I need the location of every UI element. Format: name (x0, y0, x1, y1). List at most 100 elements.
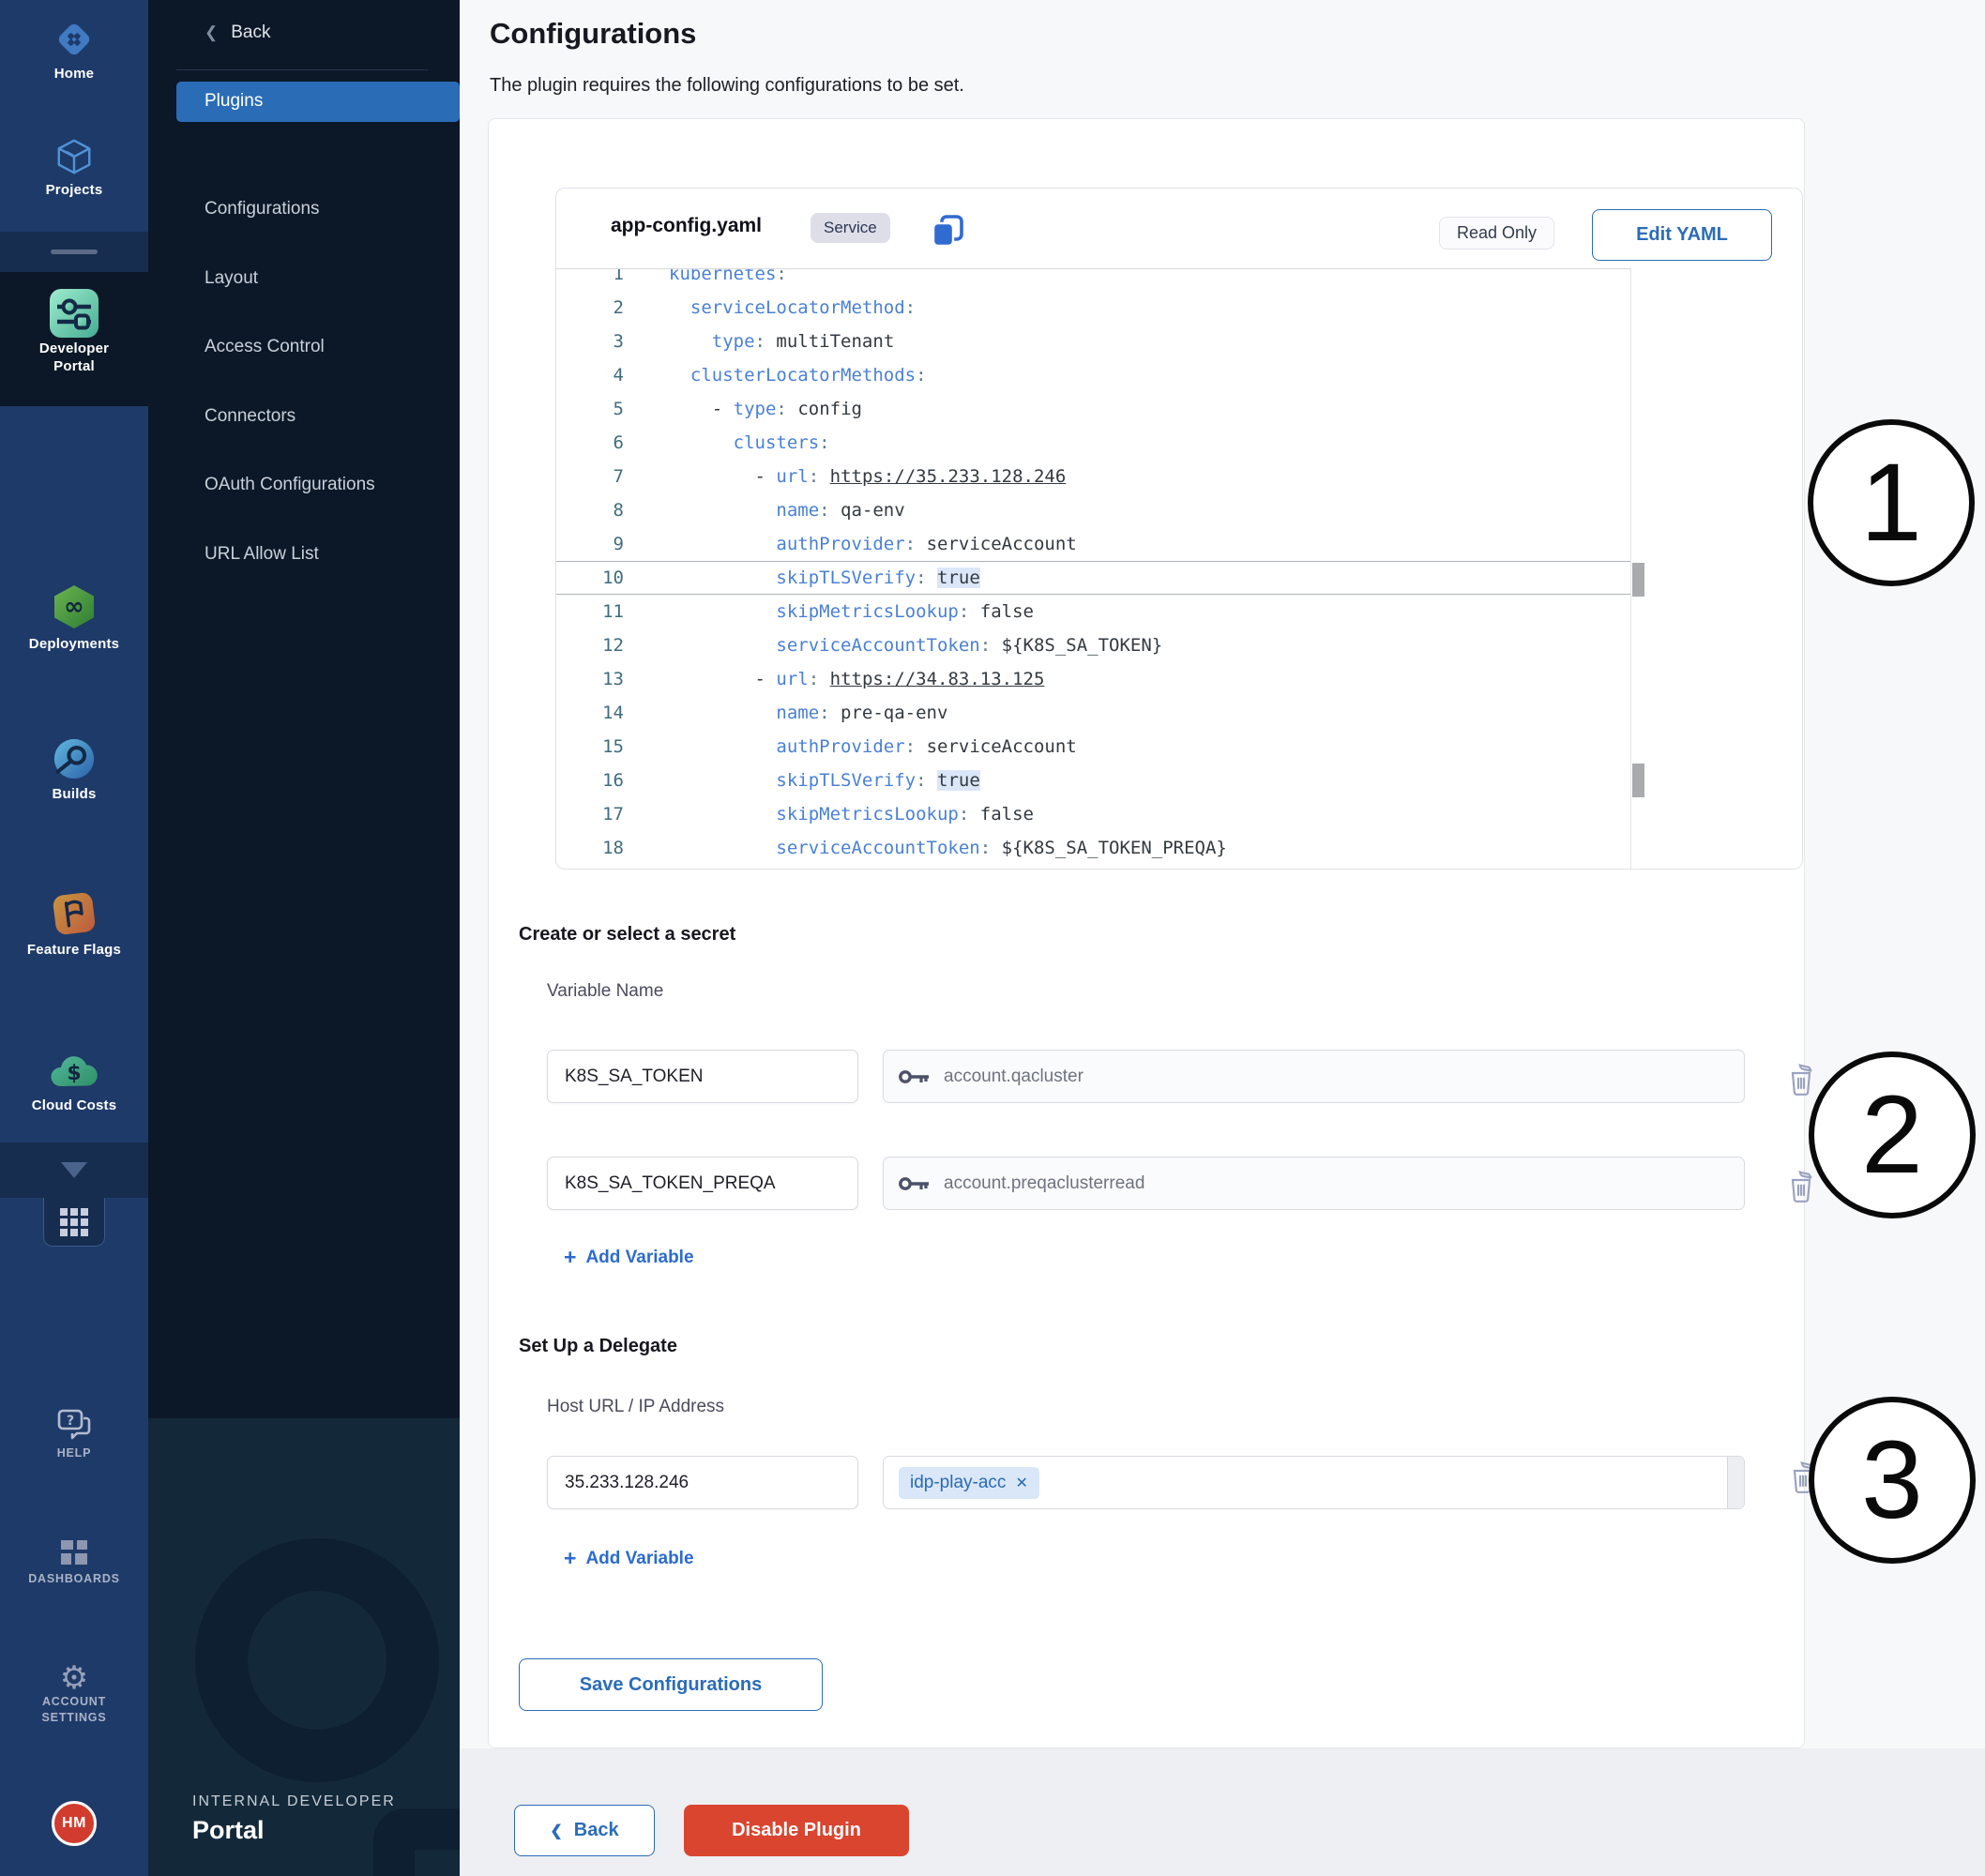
file-name: app-config.yaml (611, 215, 762, 237)
plugin-nav-sidebar: ❮Back Plugins Configurations Layout Acce… (148, 0, 460, 1876)
code-line: 6 clusters: (556, 426, 1630, 460)
scrollbar-mark (1632, 764, 1644, 797)
plus-icon: + (564, 1546, 576, 1570)
code-viewport[interactable]: 1kubernetes:2 serviceLocatorMethod:3 typ… (556, 268, 1630, 869)
close-icon[interactable]: ✕ (1015, 1474, 1027, 1492)
nav-item-plugins[interactable]: Plugins (176, 82, 460, 122)
sidebar-item-account-settings[interactable]: ⚙ ACCOUNT SETTINGS (0, 1662, 148, 1726)
code-line: 13 - url: https://34.83.13.125 (556, 662, 1630, 696)
chevron-down-icon[interactable] (61, 1162, 87, 1178)
add-host-button[interactable]: + Add Variable (564, 1546, 694, 1571)
secrets-heading: Create or select a secret (519, 924, 735, 946)
delete-variable-button[interactable] (1786, 1062, 1818, 1097)
code-lines: 1kubernetes:2 serviceLocatorMethod:3 typ… (556, 268, 1630, 865)
sidebar-item-developer-portal[interactable]: Developer Portal (0, 272, 148, 406)
code-line: 10 skipTLSVerify: true (556, 561, 1630, 595)
module-rail-footer-band (0, 1142, 148, 1198)
user-avatar[interactable]: HM (52, 1801, 97, 1846)
code-line: 3 type: multiTenant (556, 325, 1630, 358)
secret-select[interactable]: account.qacluster (883, 1050, 1745, 1103)
sidebar-item-builds[interactable]: Builds (0, 737, 148, 803)
code-line: 4 clusterLocatorMethods: (556, 358, 1630, 392)
brand-line-1: INTERNAL DEVELOPER (192, 1793, 396, 1810)
nav-item-oauth-configurations[interactable]: OAuth Configurations (205, 475, 375, 495)
read-only-badge: Read Only (1439, 217, 1554, 250)
delegate-tag-label: idp-play-acc (910, 1473, 1006, 1493)
nav-item-access-control[interactable]: Access Control (205, 337, 325, 357)
scrollbar-mark (1632, 563, 1644, 597)
dashboards-icon (59, 1538, 89, 1566)
annotation-circle-1: 1 (1808, 419, 1975, 586)
delegate-tags-field[interactable]: idp-play-acc ✕ (883, 1456, 1745, 1509)
code-line: 5 - type: config (556, 392, 1630, 426)
yaml-editor-card: app-config.yaml Service Read Only Edit Y… (555, 188, 1803, 870)
host-url-label: Host URL / IP Address (547, 1397, 724, 1417)
sidebar-item-label: Projects (0, 181, 148, 199)
code-line: 16 skipTLSVerify: true (556, 764, 1630, 797)
sidebar-item-cloud-costs[interactable]: $ Cloud Costs (0, 1051, 148, 1114)
copy-button[interactable] (930, 213, 967, 249)
code-line: 1kubernetes: (556, 268, 1630, 291)
decorative-square (373, 1808, 460, 1876)
sidebar-item-label: Cloud Costs (0, 1097, 148, 1114)
sidebar-item-label: Builds (0, 785, 148, 803)
back-nav-link[interactable]: ❮Back (205, 23, 271, 43)
key-icon (899, 1067, 931, 1086)
sidebar-item-label: Deployments (0, 635, 148, 653)
sidebar-item-label: Feature Flags (0, 941, 148, 959)
nav-item-url-allow-list[interactable]: URL Allow List (205, 544, 319, 565)
variable-name-label: Variable Name (547, 981, 663, 1002)
page-subtitle: The plugin requires the following config… (490, 75, 964, 97)
sidebar-item-label: Developer (0, 340, 148, 357)
delete-variable-button[interactable] (1786, 1169, 1818, 1204)
divider-handle[interactable] (51, 250, 98, 254)
add-host-label: Add Variable (585, 1549, 693, 1568)
sidebar-item-dashboards[interactable]: DASHBOARDS (0, 1538, 148, 1587)
code-line: 7 - url: https://35.233.128.246 (556, 460, 1630, 493)
nav-item-configurations[interactable]: Configurations (205, 199, 320, 219)
key-icon (899, 1174, 931, 1193)
module-picker-button[interactable] (43, 1198, 105, 1247)
back-button[interactable]: ❮Back (514, 1805, 655, 1856)
sidebar-item-label: Home (0, 65, 148, 83)
secret-select[interactable]: account.preqaclusterread (883, 1157, 1745, 1210)
builds-icon (53, 737, 96, 780)
page-title: Configurations (490, 17, 696, 51)
nav-item-layout[interactable]: Layout (205, 268, 258, 289)
disable-plugin-button[interactable]: Disable Plugin (684, 1805, 909, 1856)
sidebar-item-feature-flags[interactable]: Feature Flags (0, 891, 148, 959)
sidebar-item-home[interactable]: Home (0, 19, 148, 83)
nav-divider (176, 69, 428, 70)
variable-name-input[interactable] (547, 1157, 858, 1210)
deployments-icon: ∞ (51, 583, 98, 630)
code-line: 15 authProvider: serviceAccount (556, 730, 1630, 764)
cloud-costs-icon: $ (48, 1051, 100, 1092)
code-line: 17 skipMetricsLookup: false (556, 797, 1630, 831)
host-url-input[interactable] (547, 1456, 858, 1509)
edit-yaml-button[interactable]: Edit YAML (1592, 209, 1772, 261)
annotation-number: 3 (1861, 1416, 1923, 1544)
plus-icon: + (564, 1245, 576, 1269)
sidebar-item-label: HELP (0, 1445, 148, 1461)
decorative-ring (195, 1538, 439, 1782)
save-configurations-button[interactable]: Save Configurations (519, 1658, 823, 1711)
app-window: Home Projects (0, 0, 1985, 1876)
back-button-label: Back (574, 1820, 619, 1841)
grid-icon (58, 1206, 90, 1238)
sidebar-item-projects[interactable]: Projects (0, 137, 148, 199)
nav-item-connectors[interactable]: Connectors (205, 406, 295, 427)
add-variable-button[interactable]: +Add Variable (564, 1245, 694, 1270)
annotation-circle-3: 3 (1809, 1397, 1976, 1564)
trash-icon (1786, 1169, 1816, 1203)
code-line: 2 serviceLocatorMethod: (556, 291, 1630, 325)
svg-text:$: $ (67, 1062, 81, 1085)
delegate-heading: Set Up a Delegate (519, 1336, 677, 1357)
code-line: 12 serviceAccountToken: ${K8S_SA_TOKEN} (556, 628, 1630, 662)
trash-icon (1786, 1062, 1816, 1096)
variable-name-input[interactable] (547, 1050, 858, 1103)
sidebar-item-deployments[interactable]: ∞ Deployments (0, 583, 148, 653)
sidebar-item-label: DASHBOARDS (0, 1571, 148, 1587)
sidebar-item-help[interactable]: ? HELP (0, 1407, 148, 1461)
svg-text:∞: ∞ (64, 593, 84, 621)
annotation-number: 1 (1860, 439, 1922, 567)
